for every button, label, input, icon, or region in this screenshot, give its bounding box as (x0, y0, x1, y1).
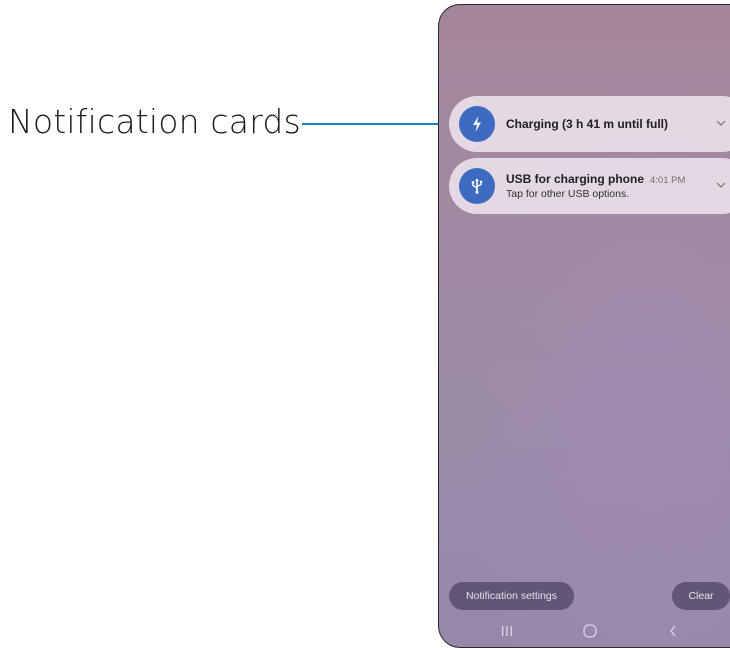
chevron-down-icon[interactable] (714, 116, 728, 130)
phone-screen: Charging (3 h 41 m until full) USB for c… (438, 4, 730, 648)
notification-subtitle: Tap for other USB options. (506, 188, 630, 200)
notification-settings-button[interactable]: Notification settings (449, 582, 574, 610)
lightning-bolt-icon (459, 106, 495, 142)
notification-card-charging[interactable]: Charging (3 h 41 m until full) (449, 96, 730, 152)
home-icon[interactable] (580, 621, 600, 641)
notification-time: 4:01 PM (650, 175, 686, 186)
notification-title-text: USB for charging phone (506, 172, 644, 186)
notification-title: Charging (3 h 41 m until full) (506, 117, 668, 131)
recents-icon[interactable] (497, 621, 517, 641)
usb-icon (459, 168, 495, 204)
chevron-down-icon[interactable] (714, 178, 728, 192)
callout-pointer-line (302, 123, 450, 125)
clear-button[interactable]: Clear (672, 582, 730, 610)
callout-label: Notification cards (8, 102, 301, 141)
back-icon[interactable] (663, 621, 683, 641)
navigation-bar (439, 617, 730, 645)
notification-title: USB for charging phone 4:01 PM (506, 172, 685, 186)
notification-card-usb[interactable]: USB for charging phone 4:01 PM Tap for ot… (449, 158, 730, 214)
